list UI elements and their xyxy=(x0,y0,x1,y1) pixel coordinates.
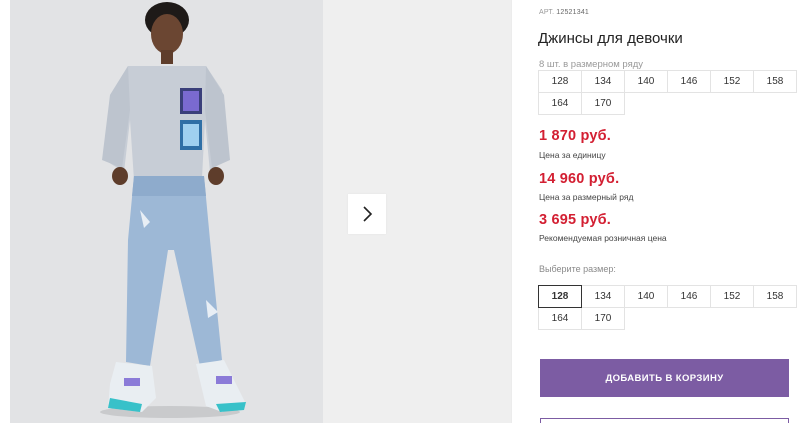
pack-caption: 8 шт. в размерном ряду xyxy=(539,59,644,70)
size-option-128[interactable]: 128 xyxy=(538,285,582,308)
size-option-152[interactable]: 152 xyxy=(710,285,754,308)
article-number: АРТ. 12521341 xyxy=(539,9,589,16)
size-option-140[interactable]: 140 xyxy=(624,285,668,308)
retail-price: 3 695 руб. xyxy=(539,212,612,228)
product-info-panel: АРТ. 12521341 Джинсы для девочки 8 шт. в … xyxy=(538,0,800,423)
size-option-170[interactable]: 170 xyxy=(581,307,625,330)
article-value: 12521341 xyxy=(556,9,590,16)
size-option-134[interactable]: 134 xyxy=(581,285,625,308)
size-option-146[interactable]: 146 xyxy=(667,285,711,308)
size-option-164[interactable]: 164 xyxy=(538,307,582,330)
pack-size-cell: 140 xyxy=(624,70,668,93)
secondary-action-button[interactable] xyxy=(540,418,789,423)
next-photo-button[interactable] xyxy=(348,194,386,234)
article-label: АРТ. xyxy=(539,9,555,16)
size-selector: 128 134 140 146 152 158 164 170 xyxy=(538,285,797,330)
product-gallery xyxy=(0,0,512,423)
product-photo-image xyxy=(10,0,323,423)
size-option-158[interactable]: 158 xyxy=(753,285,797,308)
add-to-cart-button[interactable]: ДОБАВИТЬ В КОРЗИНУ xyxy=(540,359,789,397)
pack-size-cell: 164 xyxy=(538,92,582,115)
product-title: Джинсы для девочки xyxy=(538,30,683,47)
panel-divider xyxy=(511,0,512,423)
pack-size-cell: 146 xyxy=(667,70,711,93)
retail-price-caption: Рекомендуемая розничная цена xyxy=(539,233,667,243)
pack-size-cell: 170 xyxy=(581,92,625,115)
product-photo[interactable] xyxy=(10,0,323,423)
pack-size-cell: 128 xyxy=(538,70,582,93)
pack-price: 14 960 руб. xyxy=(539,171,620,187)
choose-size-label: Выберите размер: xyxy=(539,264,616,274)
chevron-right-icon xyxy=(363,206,373,222)
unit-price-caption: Цена за единицу xyxy=(539,150,606,160)
pack-size-cell: 158 xyxy=(753,70,797,93)
pack-size-cell: 152 xyxy=(710,70,754,93)
unit-price: 1 870 руб. xyxy=(539,128,612,144)
pack-size-grid: 128 134 140 146 152 158 164 170 xyxy=(538,70,797,115)
pack-price-caption: Цена за размерный ряд xyxy=(539,192,634,202)
pack-size-cell: 134 xyxy=(581,70,625,93)
